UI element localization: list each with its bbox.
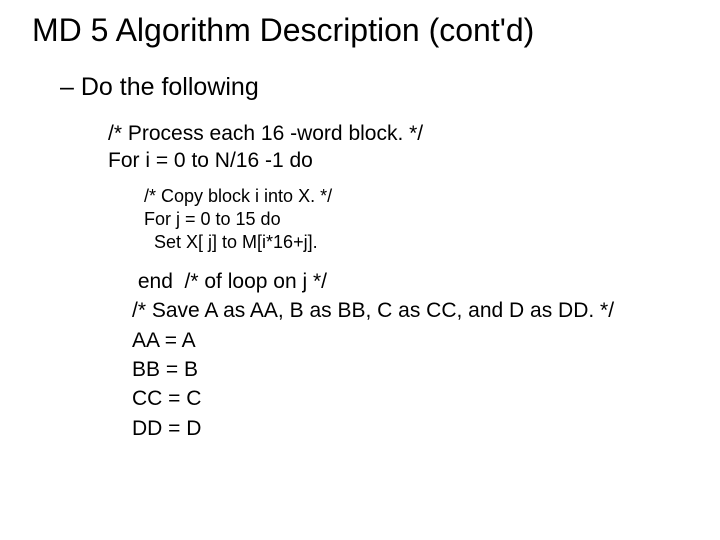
code-block-2: /* Copy block i into X. */ For j = 0 to …	[144, 185, 696, 255]
slide-title: MD 5 Algorithm Description (cont'd)	[32, 12, 696, 49]
code-line: /* Save A as AA, B as BB, C as CC, and D…	[132, 296, 696, 325]
code-line: end /* of loop on j */	[132, 267, 696, 296]
code-line: DD = D	[132, 414, 696, 443]
code-block-3: end /* of loop on j */ /* Save A as AA, …	[132, 267, 696, 443]
code-line: For j = 0 to 15 do	[144, 208, 696, 231]
subheading: – Do the following	[60, 73, 696, 102]
code-line: /* Process each 16 -word block. */	[108, 120, 696, 147]
code-line: For i = 0 to N/16 -1 do	[108, 147, 696, 174]
code-line: AA = A	[132, 326, 696, 355]
code-line: CC = C	[132, 384, 696, 413]
code-block-1: /* Process each 16 -word block. */ For i…	[108, 120, 696, 175]
code-line: Set X[ j] to M[i*16+j].	[144, 231, 696, 254]
code-line: /* Copy block i into X. */	[144, 185, 696, 208]
code-line: BB = B	[132, 355, 696, 384]
